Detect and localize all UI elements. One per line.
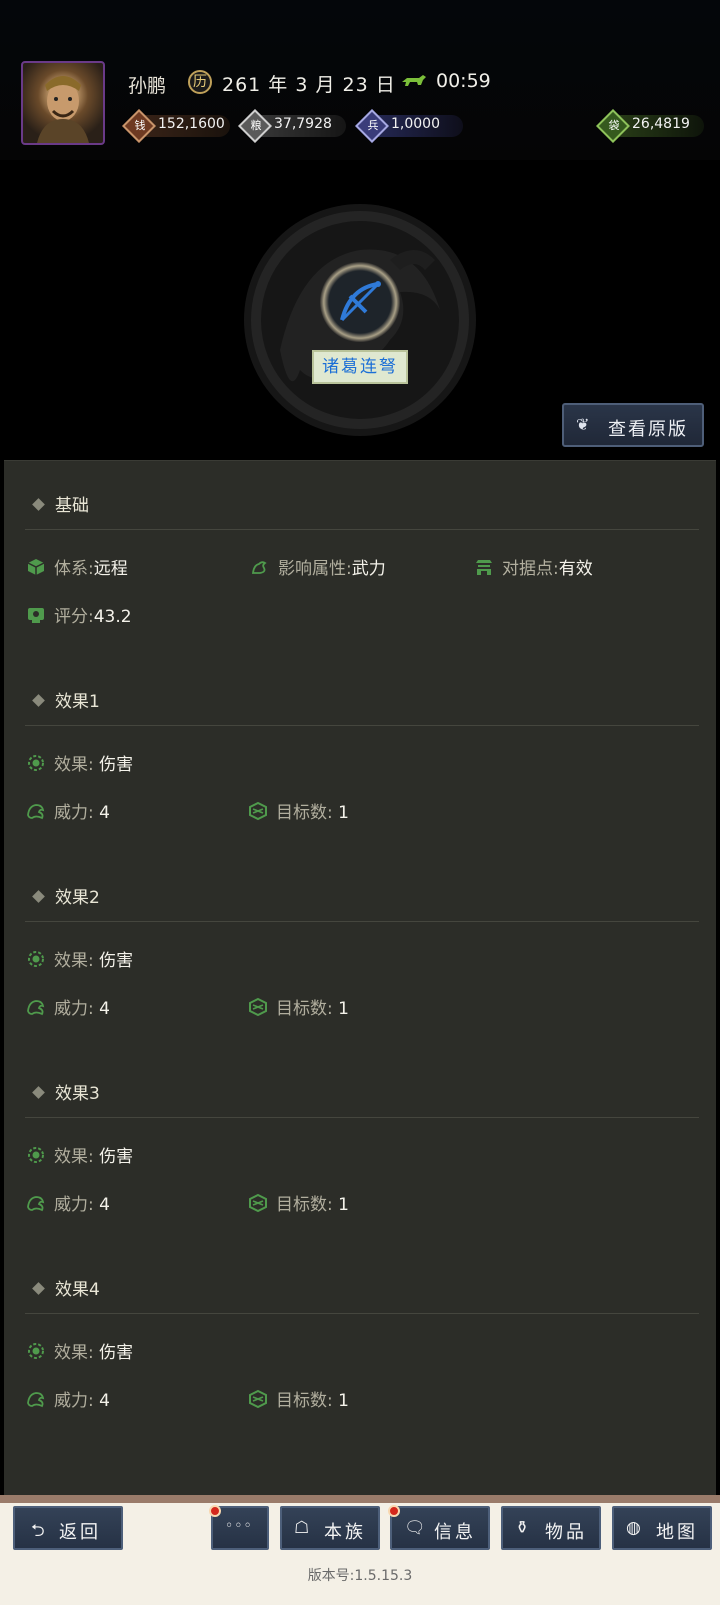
- effect1-power: 威力: 4: [26, 798, 110, 823]
- view-original-button[interactable]: ❦ 查看原版: [562, 403, 704, 447]
- game-clock: 00:59: [436, 70, 491, 92]
- horse-icon: [402, 75, 426, 86]
- notification-dot: [209, 1505, 221, 1517]
- game-date: 261 年 3 月 23 日: [222, 74, 396, 96]
- notification-dot: [388, 1505, 400, 1517]
- info-button[interactable]: 🗨 信息: [390, 1506, 490, 1550]
- chat-icon: 🗨: [404, 1518, 426, 1538]
- diamond-icon: [32, 694, 45, 707]
- player-avatar[interactable]: [21, 61, 105, 145]
- resource-jade-value: 26,4819: [632, 116, 690, 132]
- player-name: 孙鹏: [128, 75, 167, 97]
- wings-icon: ❦: [576, 415, 590, 434]
- clan-label: 本族: [324, 1522, 366, 1543]
- effect2-targets: 目标数: 1: [248, 994, 349, 1019]
- section-effect2-title: 效果2: [32, 883, 100, 908]
- section-effect3-title: 效果3: [32, 1079, 100, 1104]
- score-icon: [28, 608, 44, 623]
- divider: [25, 725, 699, 726]
- items-icon: ⚱: [515, 1518, 530, 1538]
- attr-system: 体系:远程: [26, 554, 128, 579]
- view-original-label: 查看原版: [608, 419, 688, 440]
- weapon-name: 诸葛连弩: [312, 350, 408, 384]
- divider: [25, 921, 699, 922]
- attr-score: 评分:43.2: [26, 602, 132, 627]
- target-icon: [249, 997, 267, 1017]
- section-effect4-title: 效果4: [32, 1275, 100, 1300]
- resource-grain-value: 37,7928: [274, 116, 332, 132]
- cube-icon: [27, 559, 45, 575]
- version-label: 版本号:1.5.15.3: [307, 1568, 413, 1584]
- beast-icon: [27, 1196, 45, 1212]
- effect-gear-icon: [28, 755, 44, 771]
- effect4-type: 效果: 伤害: [26, 1338, 133, 1363]
- effect1-type: 效果: 伤害: [26, 750, 133, 775]
- beast-icon: [27, 1392, 45, 1408]
- beast-icon: [27, 804, 45, 820]
- section-effect1-title: 效果1: [32, 687, 100, 712]
- arm-icon: [251, 561, 267, 574]
- map-button[interactable]: ◍ 地图: [612, 1506, 712, 1550]
- attr-influence: 影响属性:武力: [250, 554, 386, 579]
- resource-gold[interactable]: 钱 152,1600: [122, 109, 232, 143]
- target-icon: [249, 1193, 267, 1213]
- attr-fort: 对据点:有效: [474, 554, 593, 579]
- gold-icon: 钱: [134, 119, 146, 132]
- detail-panel[interactable]: 基础 体系:远程 影响属性:武力 对据点:有效 评分:43.2 效果1 效果: …: [4, 460, 716, 1496]
- items-button[interactable]: ⚱ 物品: [501, 1506, 601, 1550]
- info-label: 信息: [434, 1522, 476, 1543]
- grain-icon: 粮: [250, 119, 262, 132]
- diamond-icon: [32, 1282, 45, 1295]
- effect1-targets: 目标数: 1: [248, 798, 349, 823]
- nav-border: [0, 1495, 720, 1503]
- back-label: 返回: [59, 1522, 101, 1543]
- portrait-image: [37, 76, 89, 143]
- resource-gold-value: 152,1600: [158, 116, 225, 132]
- effect2-type: 效果: 伤害: [26, 946, 133, 971]
- bottom-nav: ⮌ 返回 ◦◦◦ ☖ 本族 🗨 信息 ⚱ 物品 ◍ 地图: [0, 1495, 720, 1605]
- effect-gear-icon: [28, 1147, 44, 1163]
- weapon-badge[interactable]: [320, 262, 400, 342]
- section-basic-title: 基础: [32, 491, 89, 516]
- effect-gear-icon: [28, 1343, 44, 1359]
- back-button[interactable]: ⮌ 返回: [13, 1506, 123, 1550]
- jade-icon: 袋: [608, 119, 620, 132]
- divider: [25, 529, 699, 530]
- divider: [25, 1117, 699, 1118]
- diamond-icon: [32, 890, 45, 903]
- effect-gear-icon: [28, 951, 44, 967]
- resource-troops[interactable]: 兵 1,0000: [355, 109, 465, 143]
- effect3-type: 效果: 伤害: [26, 1142, 133, 1167]
- effect2-power: 威力: 4: [26, 994, 110, 1019]
- resource-jade[interactable]: 袋 26,4819: [596, 109, 708, 143]
- effect4-power: 威力: 4: [26, 1386, 110, 1411]
- map-label: 地图: [656, 1522, 698, 1543]
- diamond-icon: [32, 498, 45, 511]
- target-icon: [249, 1389, 267, 1409]
- diamond-icon: [32, 1086, 45, 1099]
- clan-icon: ☖: [294, 1518, 310, 1538]
- effect4-targets: 目标数: 1: [248, 1386, 349, 1411]
- globe-icon: ◍: [626, 1518, 641, 1538]
- target-icon: [249, 801, 267, 821]
- effect3-power: 威力: 4: [26, 1190, 110, 1215]
- troops-icon: 兵: [367, 119, 379, 132]
- divider: [25, 1313, 699, 1314]
- more-label: ◦◦◦: [225, 1518, 253, 1534]
- items-label: 物品: [545, 1522, 587, 1543]
- calendar-icon: 历: [188, 70, 212, 94]
- beast-icon: [27, 1000, 45, 1016]
- back-arrow-icon: ⮌: [31, 1521, 45, 1541]
- effect3-targets: 目标数: 1: [248, 1190, 349, 1215]
- resource-troops-value: 1,0000: [391, 116, 440, 132]
- crossbow-icon: [340, 281, 381, 322]
- fort-icon: [476, 560, 492, 575]
- clan-button[interactable]: ☖ 本族: [280, 1506, 380, 1550]
- resource-grain[interactable]: 粮 37,7928: [238, 109, 348, 143]
